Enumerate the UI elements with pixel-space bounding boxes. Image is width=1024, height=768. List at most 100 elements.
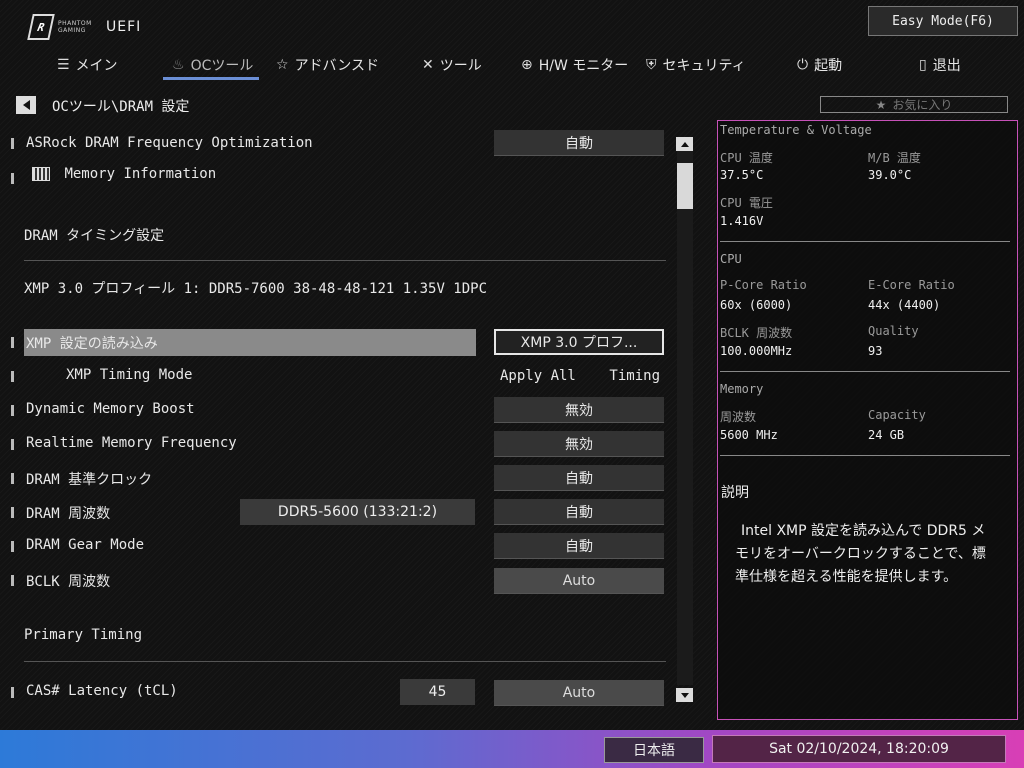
star-icon: ☆ <box>276 57 289 73</box>
quality-value: 93 <box>868 344 883 358</box>
tab-oc-tools[interactable]: ♨ OCツール <box>172 50 253 80</box>
tab-hw-monitor-label: H/W モニター <box>538 58 629 74</box>
tab-tools-label: ツール <box>439 58 482 74</box>
exit-door-icon: ▯ <box>919 57 927 73</box>
tab-hw-monitor[interactable]: ⊕ H/W モニター <box>521 50 628 80</box>
panel-divider <box>720 371 1010 372</box>
row-marker <box>11 337 14 348</box>
dynamic-memory-boost-value[interactable]: 無効 <box>494 397 664 423</box>
dram-frequency-current: DDR5-5600 (133:21:2) <box>240 499 475 525</box>
mb-temp-label: M/B 温度 <box>868 151 921 165</box>
dram-gear-mode-label: DRAM Gear Mode <box>26 537 145 553</box>
breadcrumb: OCツール\DRAM 設定 <box>52 99 190 115</box>
xmp-profile-info: XMP 3.0 プロフィール 1: DDR5-7600 38-48-48-121… <box>24 281 488 297</box>
scrollbar-thumb[interactable] <box>677 163 693 209</box>
pcore-ratio-label: P-Core Ratio <box>720 278 807 292</box>
tab-main-label: メイン <box>75 58 118 74</box>
cpu-temp-label: CPU 温度 <box>720 151 773 165</box>
cpu-voltage-value: 1.416V <box>720 214 764 228</box>
row-marker <box>11 507 14 518</box>
scrollbar-track[interactable] <box>677 150 693 685</box>
realtime-memory-frequency-label: Realtime Memory Frequency <box>26 435 237 451</box>
back-button[interactable] <box>16 96 36 114</box>
dram-reference-clock-value[interactable]: 自動 <box>494 465 664 491</box>
crosshair-icon: ⊕ <box>521 57 533 73</box>
cpu-section-title: CPU <box>720 252 742 266</box>
scroll-down-button[interactable] <box>676 688 693 702</box>
panel-divider <box>720 241 1010 242</box>
favorites-button[interactable]: ★ お気に入り <box>820 96 1008 113</box>
tab-advanced-label: アドバンスド <box>294 58 379 74</box>
back-arrow-icon <box>22 100 30 110</box>
power-icon: ⏻ <box>797 57 809 73</box>
logo-uefi-text: UEFI <box>106 19 142 35</box>
row-marker <box>11 138 14 149</box>
row-marker <box>11 173 14 184</box>
dram-timing-section-title: DRAM タイミング設定 <box>24 228 165 244</box>
row-marker <box>11 687 14 698</box>
realtime-memory-frequency-value[interactable]: 無効 <box>494 431 664 457</box>
tab-boot-label: 起動 <box>814 58 843 74</box>
memory-information-item[interactable]: Memory Information <box>32 166 216 182</box>
dram-reference-clock-label: DRAM 基準クロック <box>26 472 153 488</box>
date-time-display[interactable]: Sat 02/10/2024, 18:20:09 <box>712 735 1006 763</box>
asrock-freq-opt-value[interactable]: 自動 <box>494 130 664 156</box>
mb-temp-value: 39.0°C <box>868 168 912 182</box>
dram-frequency-label: DRAM 周波数 <box>26 506 111 522</box>
memory-frequency-value: 5600 MHz <box>720 428 778 442</box>
tab-tools[interactable]: ✕ ツール <box>422 50 482 80</box>
tab-boot[interactable]: ⏻ 起動 <box>797 50 842 80</box>
bclk-value: 100.000MHz <box>720 344 793 358</box>
row-marker <box>11 473 14 484</box>
xmp-timing-mode-value[interactable]: Apply All Timing <box>494 363 664 389</box>
tab-advanced[interactable]: ☆ アドバンスド <box>276 50 379 80</box>
row-marker <box>11 371 14 382</box>
dram-frequency-value[interactable]: 自動 <box>494 499 664 525</box>
favorites-label: お気に入り <box>892 98 953 112</box>
bclk-frequency-value[interactable]: Auto <box>494 568 664 594</box>
capacity-label: Capacity <box>868 408 926 422</box>
load-xmp-label: XMP 設定の読み込み <box>26 336 158 352</box>
easy-mode-button[interactable]: Easy Mode(F6) <box>868 6 1018 36</box>
cas-latency-value[interactable]: Auto <box>494 680 664 706</box>
row-marker <box>11 405 14 416</box>
memory-frequency-label: 周波数 <box>720 410 757 424</box>
description-title: 説明 <box>721 485 749 501</box>
logo-small-text: PHANTOM GAMING <box>58 20 92 34</box>
tab-security-label: セキュリティ <box>662 58 746 74</box>
capacity-value: 24 GB <box>868 428 905 442</box>
shield-icon: ⛨ <box>646 57 657 73</box>
list-icon: ☰ <box>57 57 70 73</box>
load-xmp-value[interactable]: XMP 3.0 プロフ... <box>494 329 664 355</box>
section-divider <box>24 661 666 662</box>
section-divider <box>24 260 666 261</box>
tab-security[interactable]: ⛨ セキュリティ <box>646 50 746 80</box>
cas-latency-label: CAS# Latency (tCL) <box>26 683 178 699</box>
row-marker <box>11 541 14 552</box>
wrench-icon: ✕ <box>422 57 434 73</box>
phantom-gaming-logo: R PHANTOM GAMING UEFI <box>27 14 142 40</box>
dynamic-memory-boost-label: Dynamic Memory Boost <box>26 401 195 417</box>
tab-main[interactable]: ☰ メイン <box>57 50 118 80</box>
ecore-ratio-value: 44x (4400) <box>868 298 941 312</box>
logo-mark-icon: R <box>27 14 55 40</box>
scroll-up-button[interactable] <box>676 137 693 151</box>
cas-latency-current: 45 <box>400 679 475 705</box>
xmp-timing-mode-value-left: Apply All <box>500 368 576 384</box>
tab-exit[interactable]: ▯ 退出 <box>919 50 961 80</box>
pcore-ratio-value: 60x (6000) <box>720 298 793 312</box>
tab-exit-label: 退出 <box>932 58 961 74</box>
active-tab-indicator <box>163 77 259 80</box>
arrow-up-icon <box>680 141 689 147</box>
arrow-down-icon <box>680 692 689 698</box>
description-text: Intel XMP 設定を読み込んで DDR5 メモリをオーバークロックすること… <box>735 523 986 585</box>
temp-voltage-title: Temperature & Voltage <box>720 123 872 137</box>
dram-gear-mode-value[interactable]: 自動 <box>494 533 664 559</box>
cpu-voltage-label: CPU 電圧 <box>720 196 773 210</box>
tab-oc-tools-label: OCツール <box>190 58 254 74</box>
xmp-timing-mode-value-right: Timing <box>609 368 660 384</box>
language-button[interactable]: 日本語 <box>604 737 704 763</box>
panel-divider <box>720 455 1010 456</box>
row-marker <box>11 575 14 586</box>
row-marker <box>11 439 14 450</box>
